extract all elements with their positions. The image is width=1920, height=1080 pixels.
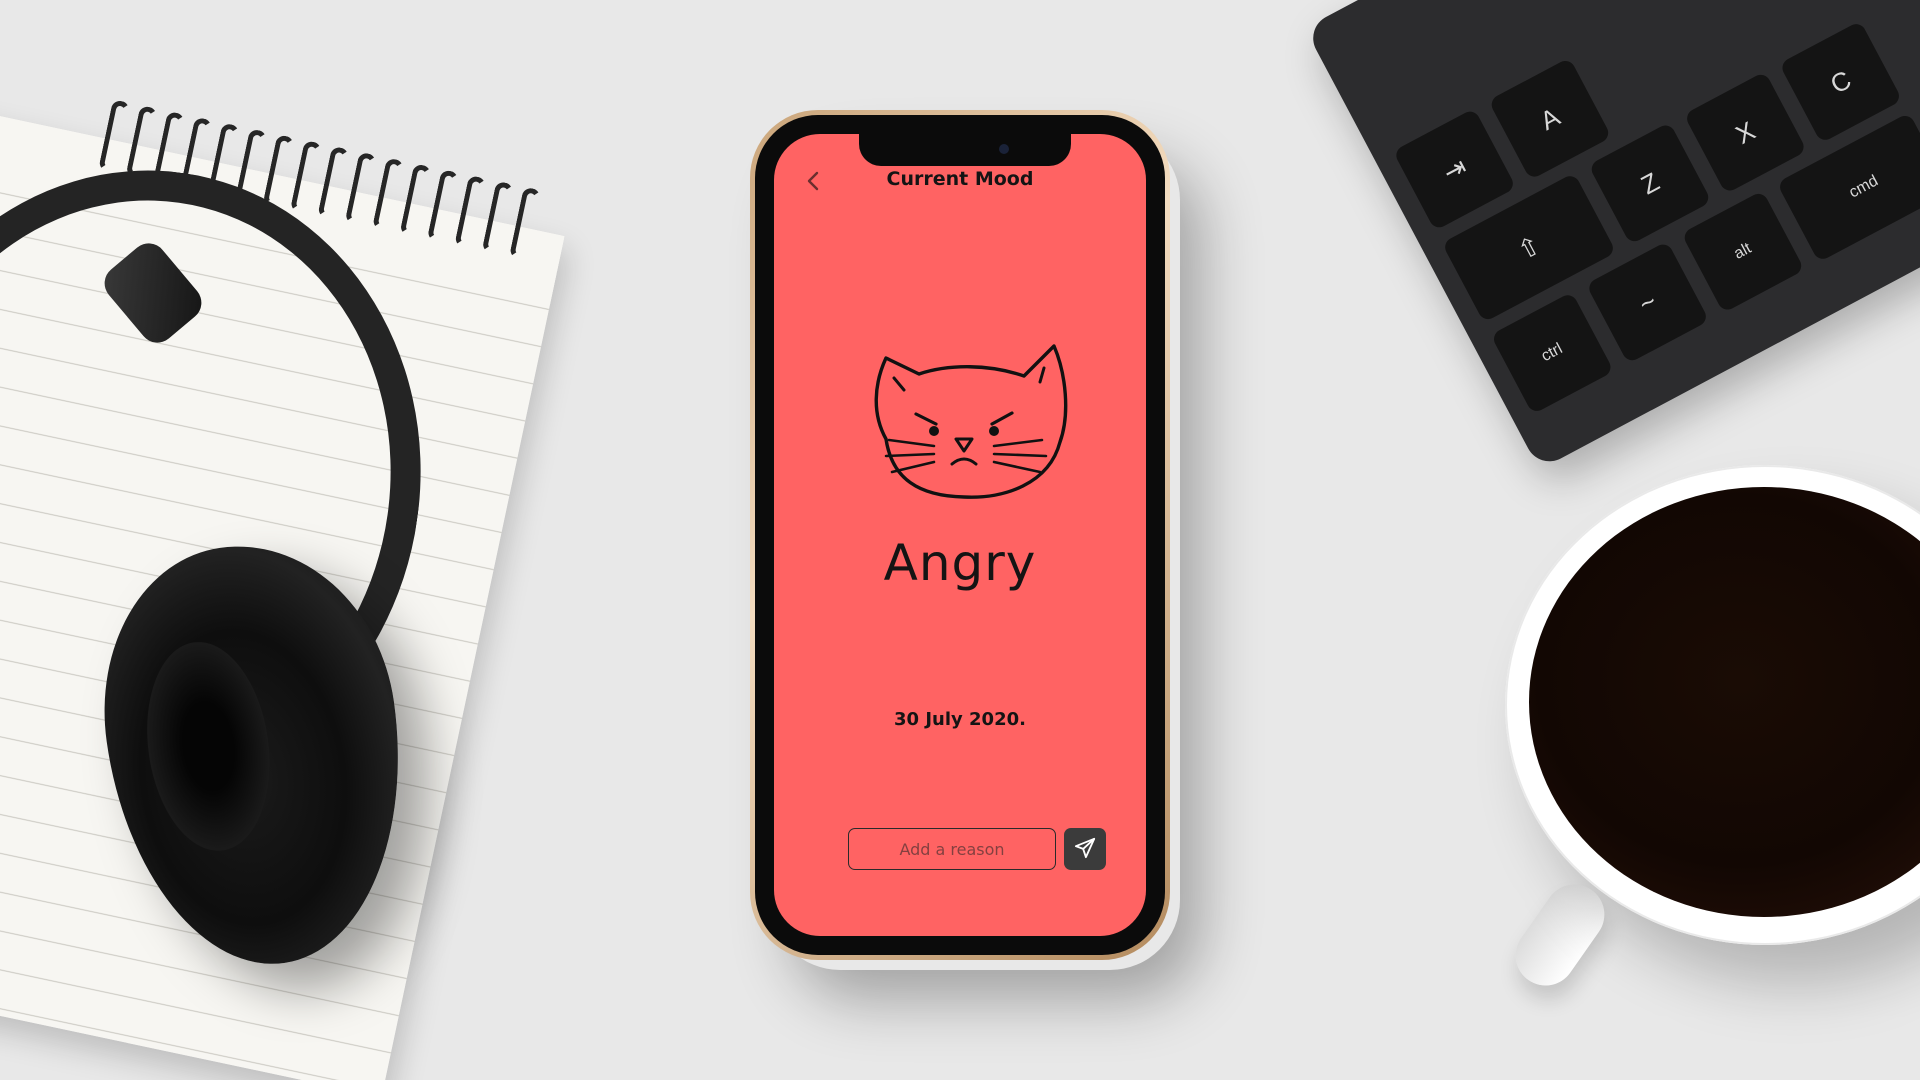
- paper-plane-icon: [1074, 837, 1096, 862]
- cup-handle: [1503, 872, 1617, 998]
- mood-date: 30 July 2020.: [894, 709, 1026, 730]
- key-tilde: ~: [1585, 241, 1710, 364]
- camera-icon: [999, 144, 1009, 154]
- key-ctrl: ctrl: [1490, 291, 1614, 415]
- coffee: [1529, 487, 1920, 917]
- send-button[interactable]: [1064, 828, 1106, 870]
- mood-label: Angry: [883, 534, 1037, 592]
- angry-cat-icon: [864, 334, 1069, 504]
- reason-input[interactable]: [848, 828, 1056, 870]
- key-alt: alt: [1681, 190, 1805, 314]
- coffee-cup: [1505, 465, 1920, 945]
- app-screen: Current Mood Angry 30 July 2020. Add a r…: [774, 134, 1146, 936]
- phone-notch: [859, 134, 1071, 166]
- phone-device: Current Mood Angry 30 July 2020. Add a r…: [750, 110, 1170, 960]
- phone-bezel: Current Mood Angry 30 July 2020. Add a r…: [755, 115, 1165, 955]
- page-title: Current Mood: [886, 168, 1034, 190]
- keyboard: ⇥ A ⇧ Z X C ctrl ~ alt cmd: [1304, 0, 1920, 470]
- desk-scene: ⇥ A ⇧ Z X C ctrl ~ alt cmd Current Mood …: [0, 0, 1920, 1080]
